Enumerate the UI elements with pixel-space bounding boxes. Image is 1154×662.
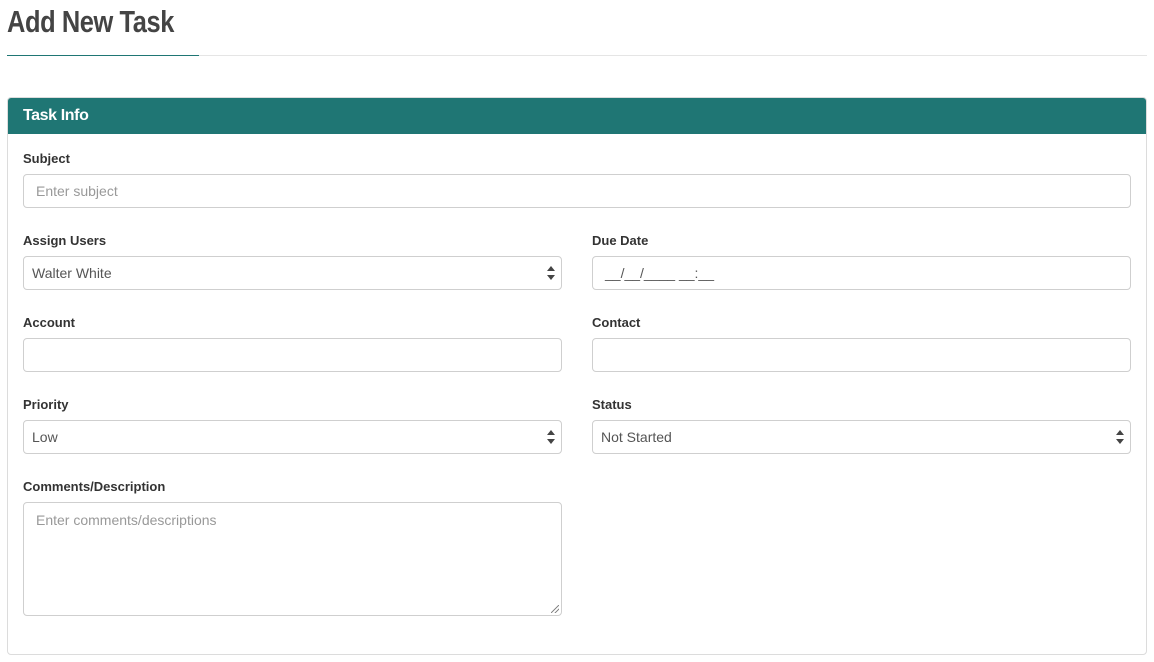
due-date-label: Due Date	[592, 233, 649, 248]
page-header: Add New Task	[7, 0, 1147, 56]
due-date-mask: __/__/____ __:__	[605, 265, 714, 281]
resize-handle-icon[interactable]	[551, 605, 559, 613]
status-value: Not Started	[601, 429, 672, 445]
due-date-input[interactable]: __/__/____ __:__	[592, 256, 1131, 290]
priority-field-group: Priority Low	[23, 396, 562, 454]
priority-select[interactable]: Low	[23, 420, 562, 454]
priority-value: Low	[32, 429, 58, 445]
account-input[interactable]	[23, 338, 562, 372]
contact-label: Contact	[592, 315, 641, 330]
panel-heading: Task Info	[8, 98, 1146, 134]
account-field-group: Account	[23, 314, 562, 372]
subject-input[interactable]: Enter subject	[23, 174, 1131, 208]
contact-field-group: Contact	[592, 314, 1131, 372]
task-info-panel: Task Info Subject Enter subject Assign U…	[7, 97, 1147, 655]
subject-label: Subject	[23, 151, 70, 166]
comments-placeholder: Enter comments/descriptions	[36, 512, 217, 528]
assign-users-label: Assign Users	[23, 233, 107, 248]
account-label: Account	[23, 315, 75, 330]
assign-users-value: Walter White	[32, 265, 112, 281]
subject-placeholder: Enter subject	[36, 183, 118, 199]
select-arrows-icon	[547, 430, 555, 444]
comments-textarea[interactable]: Enter comments/descriptions	[23, 502, 562, 616]
page-title: Add New Task	[7, 4, 174, 39]
select-arrows-icon	[1116, 430, 1124, 444]
due-date-field-group: Due Date __/__/____ __:__	[592, 232, 1131, 290]
contact-input[interactable]	[592, 338, 1131, 372]
priority-label: Priority	[23, 397, 69, 412]
comments-label: Comments/Description	[23, 479, 166, 494]
status-select[interactable]: Not Started	[592, 420, 1131, 454]
subject-field-group: Subject Enter subject	[23, 150, 1131, 208]
select-arrows-icon	[547, 266, 555, 280]
assign-users-select[interactable]: Walter White	[23, 256, 562, 290]
title-underline	[7, 55, 199, 56]
status-label: Status	[592, 397, 632, 412]
status-field-group: Status Not Started	[592, 396, 1131, 454]
comments-field-group: Comments/Description Enter comments/desc…	[23, 478, 562, 616]
assign-users-field-group: Assign Users Walter White	[23, 232, 562, 290]
